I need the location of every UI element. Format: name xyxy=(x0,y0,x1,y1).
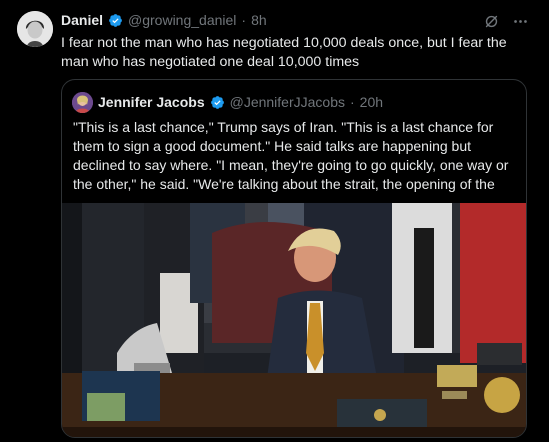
verified-badge-icon xyxy=(109,14,122,27)
author-name[interactable]: Daniel xyxy=(61,12,103,29)
quoted-author-name[interactable]: Jennifer Jacobs xyxy=(98,94,205,111)
more-icon[interactable] xyxy=(512,13,529,35)
post[interactable]: Daniel @growing_daniel · 8h I fear not t… xyxy=(0,0,549,442)
post-actions xyxy=(483,13,529,35)
quoted-author-avatar[interactable] xyxy=(72,92,93,113)
photo-oval-office xyxy=(62,203,526,437)
author-handle[interactable]: @growing_daniel xyxy=(128,12,236,29)
post-time[interactable]: 8h xyxy=(251,12,267,29)
quoted-verified-badge-icon xyxy=(210,96,224,109)
post-header: Daniel @growing_daniel · 8h xyxy=(61,12,267,29)
quoted-post[interactable]: Jennifer Jacobs @JenniferJJacobs · 20h "… xyxy=(61,79,527,438)
separator-dot: · xyxy=(241,12,247,28)
quoted-post-time[interactable]: 20h xyxy=(360,94,383,111)
quoted-separator-dot: · xyxy=(350,94,355,110)
author-avatar[interactable] xyxy=(17,11,53,47)
quoted-post-header: Jennifer Jacobs @JenniferJJacobs · 20h xyxy=(72,92,383,113)
post-text: I fear not the man who has negotiated 10… xyxy=(61,35,507,70)
avatar-image xyxy=(17,11,53,47)
grok-icon[interactable] xyxy=(483,13,500,35)
quoted-post-text: "This is a last chance," Trump says of I… xyxy=(73,119,509,192)
quoted-author-handle[interactable]: @JenniferJJacobs xyxy=(230,94,345,111)
quoted-post-photo[interactable] xyxy=(62,203,526,437)
quoted-avatar-image xyxy=(72,92,93,113)
